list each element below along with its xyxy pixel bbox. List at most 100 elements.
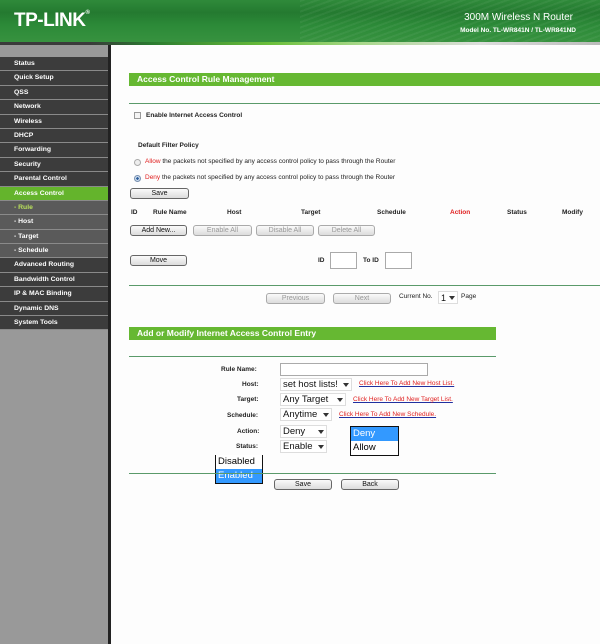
action-option-allow[interactable]: Allow — [351, 441, 398, 455]
sidebar-item-qss[interactable]: QSS — [0, 85, 108, 101]
host-value: set host lists! — [283, 379, 338, 390]
sidebar-item-target[interactable]: - Target — [0, 229, 108, 245]
allow-word: Allow — [145, 158, 161, 165]
rule-name-input[interactable] — [280, 363, 428, 376]
add-new-button[interactable]: Add New... — [130, 225, 187, 236]
sidebar-item-quick-setup[interactable]: Quick Setup — [0, 71, 108, 86]
chevron-down-icon — [318, 430, 324, 434]
col-status: Status — [507, 209, 527, 216]
status-select[interactable]: Enable — [280, 440, 327, 453]
schedule-select[interactable]: Anytime — [280, 408, 332, 421]
save-entry-button[interactable]: Save — [274, 479, 332, 490]
section-divider — [129, 356, 496, 357]
enable-access-control-label: Enable Internet Access Control — [146, 112, 243, 119]
enable-all-button[interactable]: Enable All — [193, 225, 252, 236]
page-label: Page — [461, 293, 477, 300]
sidebar-item-parental-control[interactable]: Parental Control — [0, 172, 108, 187]
sidebar-item-forwarding[interactable]: Forwarding — [0, 143, 108, 158]
schedule-label: Schedule: — [227, 412, 259, 419]
sidebar-item-status[interactable]: Status — [0, 57, 108, 72]
move-id-label: ID — [318, 257, 325, 264]
next-page-button[interactable]: Next — [333, 293, 391, 304]
logo-text: TP-LINK — [14, 10, 86, 31]
product-name: 300M Wireless N Router — [464, 12, 573, 23]
host-select[interactable]: set host lists! — [280, 378, 352, 391]
status-option-disabled[interactable]: Disabled — [216, 455, 262, 469]
chevron-down-icon — [318, 445, 324, 449]
sidebar-item-advanced-routing[interactable]: Advanced Routing — [0, 258, 108, 273]
sidebar-item-bandwidth-control[interactable]: Bandwidth Control — [0, 272, 108, 288]
rule-name-label: Rule Name: — [221, 366, 257, 373]
status-label: Status: — [236, 443, 259, 450]
default-filter-policy-heading: Default Filter Policy — [138, 142, 199, 149]
sidebar-item-dhcp[interactable]: DHCP — [0, 128, 108, 144]
col-modify: Modify — [562, 209, 583, 216]
add-target-list-link[interactable]: Click Here To Add New Target List. — [353, 396, 453, 403]
col-action: Action — [450, 209, 471, 216]
deny-text: the packets not specified by any access … — [162, 174, 396, 181]
action-label: Action: — [237, 428, 260, 435]
sidebar-item-dynamic-dns[interactable]: Dynamic DNS — [0, 301, 108, 317]
target-select[interactable]: Any Target — [280, 393, 346, 406]
main-content: Access Control Rule Management Enable In… — [111, 45, 600, 644]
status-value: Enable — [283, 441, 313, 452]
disable-all-button[interactable]: Disable All — [256, 225, 314, 236]
status-option-enabled[interactable]: Enabled — [216, 469, 262, 483]
col-target: Target — [301, 209, 321, 216]
sidebar-item-ip-mac-binding[interactable]: IP & MAC Binding — [0, 287, 108, 302]
sidebar-item-security[interactable]: Security — [0, 157, 108, 173]
nav-list: Status Quick Setup QSS Network Wireless DHCP F… — [0, 57, 108, 331]
target-value: Any Target — [283, 394, 329, 405]
chevron-down-icon — [337, 398, 343, 402]
previous-page-button[interactable]: Previous — [266, 293, 325, 304]
deny-word: Deny — [145, 174, 161, 181]
sidebar-item-host[interactable]: - Host — [0, 215, 108, 230]
move-to-id-input[interactable] — [385, 252, 412, 269]
chevron-down-icon — [343, 383, 349, 387]
tp-link-logo: TP-LINK® — [14, 10, 90, 31]
delete-all-button[interactable]: Delete All — [318, 225, 375, 236]
current-no-label: Current No. — [399, 293, 433, 300]
status-dropdown: Disabled Enabled — [215, 455, 263, 484]
col-schedule: Schedule — [377, 209, 406, 216]
sidebar-item-wireless[interactable]: Wireless — [0, 114, 108, 129]
move-to-id-label: To ID — [363, 257, 379, 264]
target-label: Target: — [237, 396, 259, 403]
move-id-input[interactable] — [330, 252, 357, 269]
sidebar-item-access-control[interactable]: Access Control — [0, 186, 108, 201]
rule-management-title: Access Control Rule Management — [129, 73, 600, 86]
header-banner: TP-LINK® 300M Wireless N Router Model No… — [0, 0, 600, 42]
schedule-value: Anytime — [283, 409, 318, 420]
action-select[interactable]: Deny — [280, 425, 327, 438]
col-rule-name: Rule Name — [153, 209, 187, 216]
current-page-value: 1 — [441, 293, 447, 303]
add-host-list-link[interactable]: Click Here To Add New Host List. — [359, 380, 454, 387]
chevron-down-icon — [449, 296, 455, 300]
allow-policy-radio[interactable] — [134, 159, 141, 166]
enable-access-control-checkbox[interactable] — [134, 112, 141, 119]
current-page-select[interactable]: 1 — [438, 291, 458, 304]
sidebar-item-rule[interactable]: - Rule — [0, 200, 108, 216]
col-id: ID — [131, 209, 138, 216]
action-value: Deny — [283, 426, 306, 437]
entry-section-title: Add or Modify Internet Access Control En… — [129, 327, 496, 340]
sidebar-item-network[interactable]: Network — [0, 100, 108, 115]
action-option-deny[interactable]: Deny — [351, 427, 398, 441]
sidebar-item-system-tools[interactable]: System Tools — [0, 316, 108, 331]
deny-policy-radio[interactable] — [134, 175, 141, 182]
back-button[interactable]: Back — [341, 479, 399, 490]
add-schedule-link[interactable]: Click Here To Add New Schedule. — [339, 411, 436, 418]
allow-text: the packets not specified by any access … — [162, 158, 396, 165]
chevron-down-icon — [323, 413, 329, 417]
sidebar: Status Quick Setup QSS Network Wireless DHCP F… — [0, 45, 109, 644]
action-dropdown: Deny Allow — [350, 426, 399, 456]
allow-policy-label: Allow the packets not specified by any a… — [145, 158, 395, 165]
deny-policy-label: Deny the packets not specified by any ac… — [145, 174, 395, 181]
sidebar-item-schedule[interactable]: - Schedule — [0, 244, 108, 259]
save-policy-button[interactable]: Save — [130, 188, 189, 199]
col-host: Host — [227, 209, 242, 216]
section-divider — [129, 103, 600, 104]
move-button[interactable]: Move — [130, 255, 187, 266]
host-label: Host: — [242, 381, 259, 388]
section-divider — [129, 285, 600, 286]
